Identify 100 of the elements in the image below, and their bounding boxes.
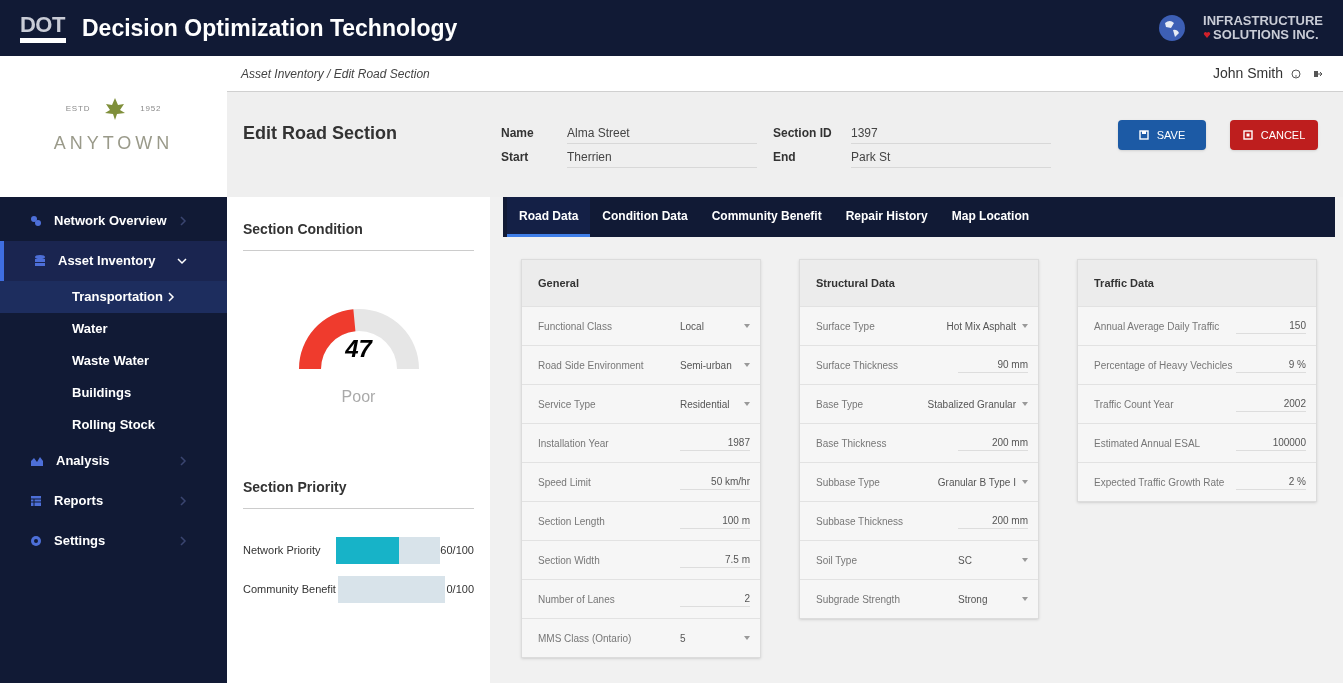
card-title: Structural Data	[815, 275, 896, 291]
chevron-right-icon	[179, 496, 187, 506]
field-label: Expected Traffic Growth Rate	[1094, 475, 1226, 490]
chevron-right-icon	[179, 456, 187, 466]
input-field[interactable]: 200 mm	[958, 513, 1028, 529]
sidebar-subitem[interactable]: Transportation	[0, 281, 227, 313]
sidebar-subitem[interactable]: Waste Water	[0, 345, 227, 377]
input-field[interactable]: 90 mm	[958, 357, 1028, 373]
dropdown[interactable]: Semi-urban	[680, 357, 750, 373]
input-field[interactable]: 100000	[1236, 435, 1306, 451]
field-label: Name	[501, 125, 535, 142]
input-field[interactable]: 7.5 m	[680, 552, 750, 568]
sidebar-item[interactable]: Reports	[0, 481, 227, 521]
dropdown[interactable]: SC	[958, 552, 1028, 568]
sidebar-subitem[interactable]: Buildings	[0, 377, 227, 409]
dropdown[interactable]: Residential	[680, 396, 750, 412]
field-label: Percentage of Heavy Vechicles	[1094, 358, 1234, 373]
field-label: Section Width	[538, 553, 601, 568]
cancel-button[interactable]: CANCEL	[1230, 120, 1318, 150]
field-label: End	[773, 149, 797, 166]
logout-icon[interactable]	[1313, 68, 1323, 79]
dropdown[interactable]: Hot Mix Asphalt	[946, 318, 1028, 334]
input-field[interactable]: 1987	[680, 435, 750, 451]
sidebar-item[interactable]: Settings	[0, 521, 227, 561]
input-field[interactable]: 150	[1236, 318, 1306, 334]
text-field[interactable]: Park St	[851, 146, 1051, 168]
card-title: Traffic Data	[1093, 275, 1155, 291]
input-field[interactable]: 200 mm	[958, 435, 1028, 451]
input-field[interactable]: 100 m	[680, 513, 750, 529]
tab[interactable]: Road Data	[507, 197, 591, 237]
caret-icon	[744, 402, 750, 406]
field-label: Number of Lanes	[538, 592, 616, 607]
logo-text: 1952	[140, 103, 162, 115]
bar-label: Community Benefit	[243, 582, 337, 598]
caret-icon	[1022, 480, 1028, 484]
gauge-value: 47	[344, 334, 374, 364]
text-field[interactable]: Therrien	[567, 146, 757, 168]
field-label: Base Type	[816, 397, 865, 412]
field-label: Subbase Type	[816, 475, 881, 490]
chart-icon	[30, 455, 44, 467]
dropdown[interactable]: Local	[680, 318, 750, 334]
caret-icon	[744, 363, 750, 367]
sidebar-subitem[interactable]: Rolling Stock	[0, 409, 227, 441]
field-label: Service Type	[538, 397, 597, 412]
field-label: Surface Thickness	[816, 358, 900, 373]
field-label: Start	[501, 149, 530, 166]
chevron-right-icon	[167, 292, 175, 302]
input-field[interactable]: 2002	[1236, 396, 1306, 412]
tab[interactable]: Condition Data	[590, 197, 700, 237]
field-label: Installation Year	[538, 436, 610, 451]
field-label: Section Length	[538, 514, 606, 529]
save-button[interactable]: SAVE	[1118, 120, 1206, 150]
sidebar-item[interactable]: Analysis	[0, 441, 227, 481]
field-label: Traffic Count Year	[1094, 397, 1175, 412]
chevron-right-icon	[179, 216, 187, 226]
tab[interactable]: Map Location	[939, 197, 1042, 237]
stop-icon	[1242, 130, 1253, 140]
tab[interactable]: Community Benefit	[699, 197, 834, 237]
field-label: Subbase Thickness	[816, 514, 905, 529]
sidebar-item[interactable]: Asset Inventory	[0, 241, 227, 281]
heart-icon	[1203, 31, 1212, 39]
section-heading: Section Condition	[243, 219, 474, 251]
input-field[interactable]: 50 km/hr	[680, 474, 750, 490]
people-icon	[30, 215, 42, 227]
dropdown[interactable]: Stabalized Granular	[927, 396, 1028, 412]
sidebar-subitem[interactable]: Water	[0, 313, 227, 345]
globe-icon	[1157, 13, 1188, 43]
field-label: Functional Class	[538, 319, 613, 334]
database-icon	[34, 254, 46, 268]
caret-icon	[744, 636, 750, 640]
dropdown[interactable]: 5	[680, 630, 750, 646]
section-heading: Section Priority	[243, 477, 474, 509]
field-label: Road Side Environment	[538, 358, 645, 373]
breadcrumb: Asset Inventory / Edit Road Section	[241, 65, 431, 83]
company-name: INFRASTRUCTURE	[1203, 14, 1323, 28]
user-name: John Smith	[1212, 64, 1283, 83]
bar-reading: 0/100	[445, 582, 474, 598]
input-field[interactable]: 9 %	[1236, 357, 1306, 373]
caret-icon	[1022, 597, 1028, 601]
caret-icon	[1022, 324, 1028, 328]
table-icon	[30, 495, 42, 507]
chevron-right-icon	[179, 536, 187, 546]
dropdown[interactable]: Strong	[958, 591, 1028, 607]
text-field[interactable]: 1397	[851, 122, 1051, 144]
text-field[interactable]: Alma Street	[567, 122, 757, 144]
logo-text: ESTD	[65, 103, 91, 115]
card-title: General	[537, 275, 580, 291]
dot-logo: DOT	[20, 13, 66, 43]
sidebar-item[interactable]: Network Overview	[0, 201, 227, 241]
save-icon	[1138, 130, 1149, 140]
chevron-down-icon	[177, 257, 187, 265]
field-label: Subgrade Strength	[816, 592, 901, 607]
dropdown[interactable]: Granular B Type I	[937, 474, 1028, 490]
caret-icon	[744, 324, 750, 328]
input-field[interactable]: 2 %	[1236, 474, 1306, 490]
bar-label: Network Priority	[243, 543, 322, 559]
input-field[interactable]: 2	[680, 591, 750, 607]
help-icon[interactable]	[1291, 68, 1301, 79]
tab[interactable]: Repair History	[833, 197, 940, 237]
company-name: SOLUTIONS INC.	[1213, 28, 1319, 42]
